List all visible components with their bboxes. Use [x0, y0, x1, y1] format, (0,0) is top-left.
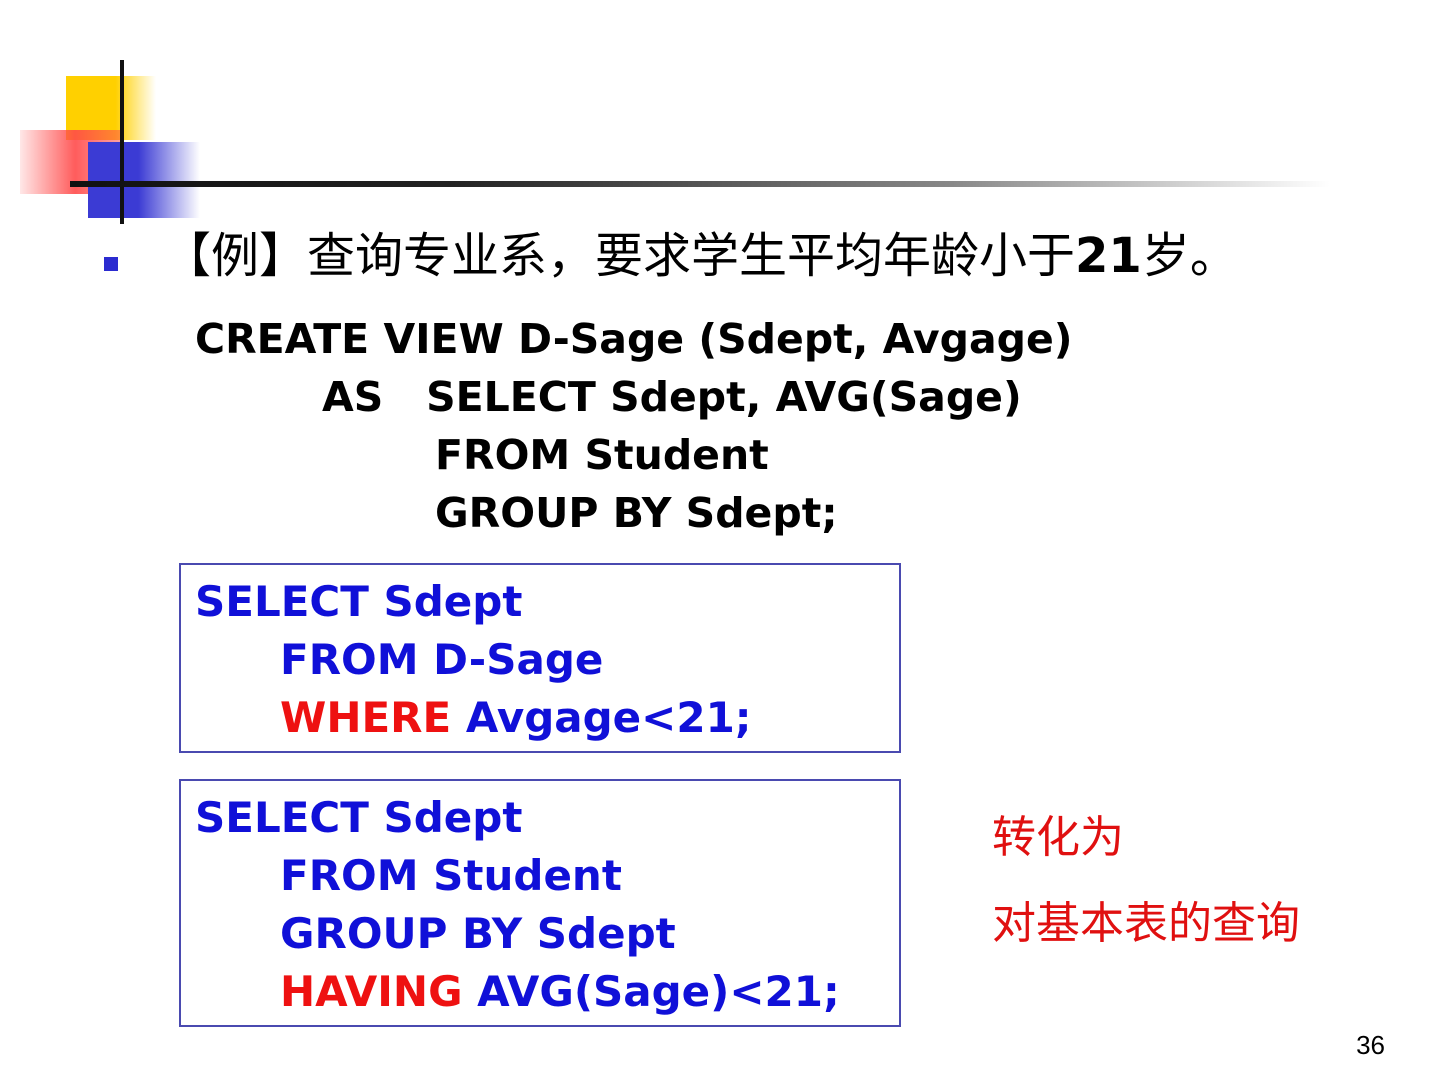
view-sql-line-1: CREATE VIEW D-Sage (Sdept, Avgage) [195, 315, 1073, 363]
conversion-note-line-2: 对基本表的查询 [992, 898, 1300, 949]
page-number: 36 [1356, 1030, 1385, 1060]
base-table-query-box: SELECT Sdept FROM Student GROUP BY Sdept… [179, 779, 901, 1027]
bullet-square-icon [104, 257, 118, 271]
having-condition: AVG(Sage)<21; [462, 967, 840, 1016]
base-query-line-4: HAVING AVG(Sage)<21; [280, 963, 840, 1021]
base-query-line-3: GROUP BY Sdept [280, 909, 676, 958]
having-keyword: HAVING [280, 967, 463, 1016]
slide-title-number: 21 [1075, 228, 1142, 284]
where-condition: Avgage<21; [451, 693, 752, 742]
view-query-line-2: FROM D-Sage [280, 635, 604, 684]
where-keyword: WHERE [280, 693, 452, 742]
slide-title: 【例】查询专业系，要求学生平均年龄小于21岁。 [163, 226, 1238, 286]
conversion-note-line-1: 转化为 [992, 812, 1124, 863]
base-query-line-1: SELECT Sdept [195, 793, 523, 842]
view-query-box: SELECT Sdept FROM D-Sage WHERE Avgage<21… [179, 563, 901, 753]
view-query-line-1: SELECT Sdept [195, 577, 523, 626]
slide-title-text: 【例】查询专业系，要求学生平均年龄小于 [163, 228, 1076, 284]
base-query-line-2: FROM Student [280, 851, 622, 900]
view-sql-line-2: AS SELECT Sdept, AVG(Sage) [322, 373, 1022, 421]
header-decoration-blue-square [88, 142, 200, 218]
header-divider-line [70, 181, 1330, 187]
view-query-line-3: WHERE Avgage<21; [280, 689, 752, 747]
view-sql-line-3: FROM Student [435, 431, 769, 479]
header-decoration-vertical-line [120, 60, 124, 224]
view-sql-line-4: GROUP BY Sdept; [435, 489, 838, 537]
slide-title-suffix: 岁。 [1141, 228, 1238, 284]
